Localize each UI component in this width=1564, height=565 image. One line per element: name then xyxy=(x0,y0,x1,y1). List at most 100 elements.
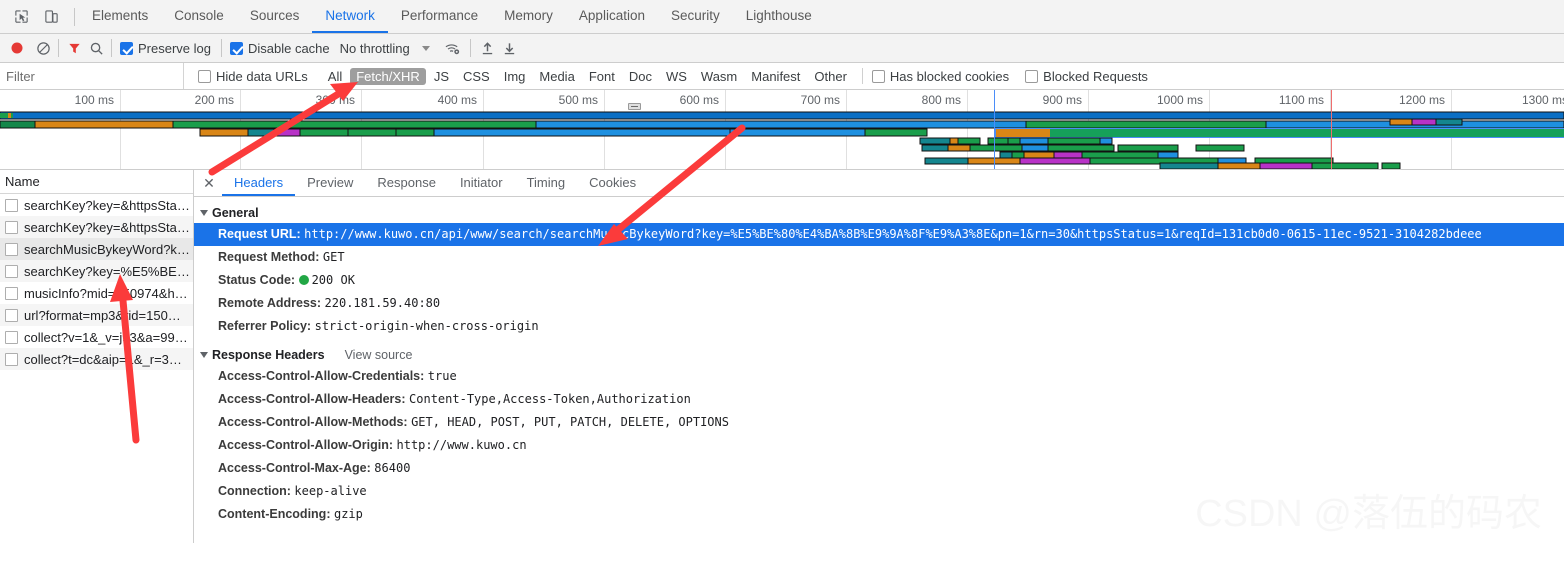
tick-label: 1100 ms xyxy=(1278,93,1324,107)
table-row[interactable]: musicInfo?mid=150974&h… xyxy=(0,282,193,304)
header-value: keep-alive xyxy=(294,484,367,498)
toolbar-divider xyxy=(111,39,112,57)
tab-cookies[interactable]: Cookies xyxy=(577,170,648,196)
tab-label: Security xyxy=(670,8,720,23)
has-blocked-cookies-checkbox[interactable]: Has blocked cookies xyxy=(871,68,1010,84)
table-row[interactable]: searchKey?key=&httpsStat… xyxy=(0,216,193,238)
tab-elements[interactable]: Elements xyxy=(79,0,161,33)
table-row[interactable]: searchKey?key=%E5%BE%… xyxy=(0,260,193,282)
filter-type-all[interactable]: All xyxy=(322,68,348,85)
tab-network[interactable]: Network xyxy=(312,0,388,33)
tab-preview[interactable]: Preview xyxy=(295,170,365,196)
import-har-icon[interactable] xyxy=(477,37,499,59)
filter-type-img[interactable]: Img xyxy=(498,68,532,85)
filter-type-font[interactable]: Font xyxy=(583,68,621,85)
request-url-value: http://www.kuwo.cn/api/www/search/search… xyxy=(304,227,1482,241)
disable-cache-checkbox[interactable]: Disable cache xyxy=(229,41,330,56)
tab-application[interactable]: Application xyxy=(566,0,658,33)
tab-label: Sources xyxy=(249,8,300,23)
view-source-link[interactable]: View source xyxy=(345,348,413,362)
devtools-tab-bar: Elements Console Sources Network Perform… xyxy=(0,0,1564,34)
triangle-down-icon[interactable] xyxy=(200,352,208,358)
record-button-icon[interactable] xyxy=(6,37,28,59)
export-har-icon[interactable] xyxy=(499,37,521,59)
request-name: searchKey?key=%E5%BE%… xyxy=(24,263,193,279)
request-name: musicInfo?mid=150974&h… xyxy=(24,285,188,301)
clear-icon[interactable] xyxy=(32,37,54,59)
selection-start-marker[interactable] xyxy=(994,90,995,169)
filter-type-media[interactable]: Media xyxy=(533,68,580,85)
filter-funnel-icon[interactable] xyxy=(63,37,85,59)
header-key: Access-Control-Allow-Credentials: xyxy=(218,369,425,383)
filter-type-js[interactable]: JS xyxy=(428,68,455,85)
preserve-log-label: Preserve log xyxy=(138,40,211,56)
filter-type-ws[interactable]: WS xyxy=(660,68,693,85)
filter-type-doc[interactable]: Doc xyxy=(623,68,658,85)
table-row[interactable]: searchKey?key=&httpsStat… xyxy=(0,194,193,216)
remote-address-value: 220.181.59.40:80 xyxy=(324,296,441,310)
details-tab-bar: ✕ Headers Preview Response Initiator Tim… xyxy=(194,170,1564,197)
resource-type-filters: All Fetch/XHR JS CSS Img Media Font Doc … xyxy=(310,67,853,85)
tab-lighthouse[interactable]: Lighthouse xyxy=(733,0,825,33)
tick-label: 1000 ms xyxy=(1156,93,1203,107)
header-key: Content-Encoding: xyxy=(218,507,331,521)
filter-input[interactable] xyxy=(0,63,184,89)
filter-type-css[interactable]: CSS xyxy=(457,68,496,85)
tick-label: 500 ms xyxy=(558,93,598,107)
response-headers-section-header[interactable]: Response Headers View source xyxy=(194,345,1564,365)
request-type-icon xyxy=(5,286,18,300)
search-icon[interactable] xyxy=(85,37,107,59)
request-url-row[interactable]: Request URL: http://www.kuwo.cn/api/www/… xyxy=(194,223,1564,246)
request-type-icon xyxy=(5,264,18,278)
filter-type-manifest[interactable]: Manifest xyxy=(745,68,806,85)
remote-address-row: Remote Address: 220.181.59.40:80 xyxy=(194,292,1564,315)
table-row[interactable]: collect?v=1&_v=j93&a=99… xyxy=(0,326,193,348)
hide-data-urls-checkbox[interactable]: Hide data URLs xyxy=(198,69,308,84)
tab-security[interactable]: Security xyxy=(658,0,733,33)
tick-label: 900 ms xyxy=(1042,93,1082,107)
request-type-icon xyxy=(5,352,18,366)
request-method-row: Request Method: GET xyxy=(194,246,1564,269)
tab-label: Preview xyxy=(307,174,354,190)
filter-type-fetch-xhr[interactable]: Fetch/XHR xyxy=(350,67,426,85)
header-row: Access-Control-Allow-Headers: Content-Ty… xyxy=(194,388,1564,411)
blocked-requests-checkbox[interactable]: Blocked Requests xyxy=(1025,69,1148,84)
tab-console[interactable]: Console xyxy=(161,0,237,33)
table-row[interactable]: collect?t=dc&aip=1&_r=3… xyxy=(0,348,193,370)
tab-memory[interactable]: Memory xyxy=(491,0,566,33)
header-key: Connection: xyxy=(218,484,291,498)
preserve-log-checkbox[interactable]: Preserve log xyxy=(120,41,211,56)
header-key: Access-Control-Allow-Origin: xyxy=(218,438,394,452)
tab-response[interactable]: Response xyxy=(365,170,448,196)
triangle-down-icon[interactable] xyxy=(200,210,208,216)
watermark-text: CSDN @落伍的码农 xyxy=(1195,482,1542,537)
table-row-selected[interactable]: searchMusicBykeyWord?ke… xyxy=(0,238,193,260)
device-toolbar-icon[interactable] xyxy=(40,6,62,28)
referrer-policy-value: strict-origin-when-cross-origin xyxy=(314,319,539,333)
network-overview-timeline[interactable]: 100 ms 200 ms 300 ms 400 ms 500 ms 600 m… xyxy=(0,90,1564,170)
request-type-icon xyxy=(5,198,18,212)
network-split-view: Name searchKey?key=&httpsStat… searchKey… xyxy=(0,170,1564,543)
request-list-header[interactable]: Name xyxy=(0,170,193,194)
close-icon[interactable]: ✕ xyxy=(198,170,220,196)
devtools-window: Elements Console Sources Network Perform… xyxy=(0,0,1564,565)
header-key: Access-Control-Allow-Methods: xyxy=(218,415,408,429)
tab-sources[interactable]: Sources xyxy=(237,0,313,33)
tab-timing[interactable]: Timing xyxy=(515,170,578,196)
tab-label: Network xyxy=(325,8,375,23)
chevron-down-icon[interactable] xyxy=(421,45,430,51)
overview-grabber[interactable] xyxy=(628,103,641,110)
network-conditions-icon[interactable] xyxy=(442,37,464,59)
filter-type-wasm[interactable]: Wasm xyxy=(695,68,743,85)
tab-initiator[interactable]: Initiator xyxy=(448,170,515,196)
request-name: url?format=mp3&rid=150… xyxy=(24,307,181,323)
tab-headers[interactable]: Headers xyxy=(222,170,296,196)
has-blocked-cookies-label: Has blocked cookies xyxy=(889,68,1010,84)
table-row[interactable]: url?format=mp3&rid=150… xyxy=(0,304,193,326)
devtools-left-icons xyxy=(4,0,70,33)
tab-performance[interactable]: Performance xyxy=(388,0,491,33)
throttling-select[interactable]: No throttling xyxy=(340,41,410,56)
general-section-header[interactable]: General xyxy=(194,203,1564,223)
filter-type-other[interactable]: Other xyxy=(808,68,853,85)
inspect-cursor-icon[interactable] xyxy=(10,6,32,28)
